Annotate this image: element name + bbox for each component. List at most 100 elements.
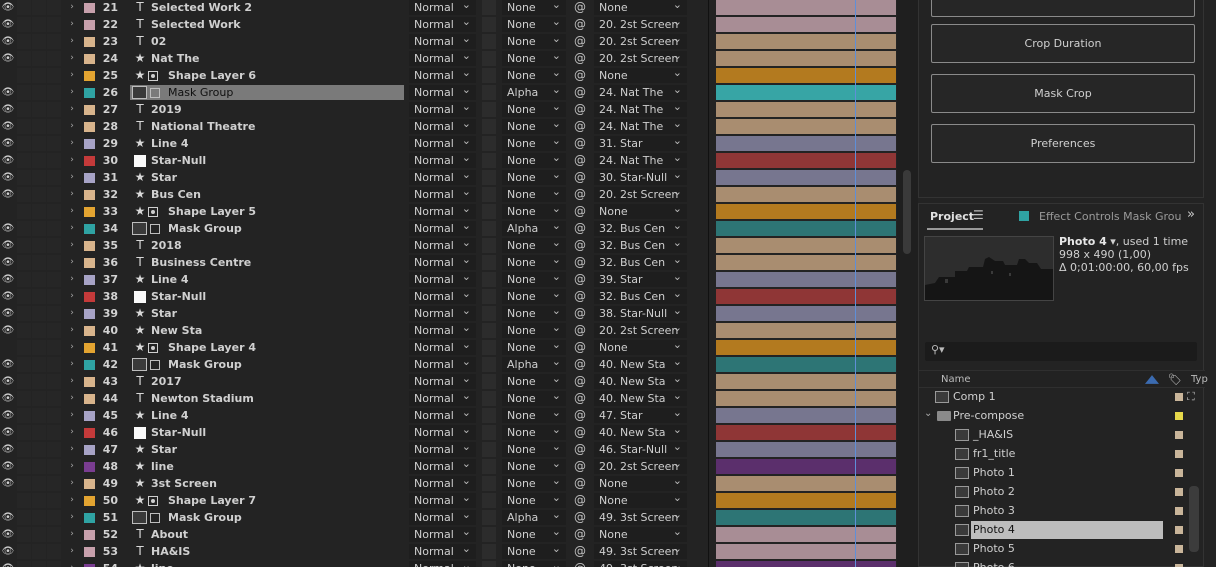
preserve-transparency-toggle[interactable] (482, 85, 496, 100)
pickwhip-icon[interactable]: @ (573, 102, 587, 117)
solo-toggle[interactable] (32, 408, 46, 423)
visibility-eye-icon[interactable]: 👁 (0, 17, 16, 32)
parent-dropdown[interactable]: 40. New Sta (594, 391, 687, 406)
layer-duration-bar[interactable] (716, 102, 896, 117)
solo-toggle[interactable] (32, 561, 46, 567)
audio-toggle[interactable] (17, 187, 31, 202)
audio-toggle[interactable] (17, 170, 31, 185)
track-matte-dropdown[interactable]: None (502, 170, 566, 185)
layer-row[interactable]: 👁 › 43 T 2017 Normal None @40. New Sta (0, 373, 897, 390)
solo-toggle[interactable] (32, 102, 46, 117)
label-color-swatch[interactable] (84, 326, 95, 336)
visibility-eye-icon[interactable]: 👁 (0, 102, 16, 117)
lock-toggle[interactable] (47, 340, 61, 355)
expand-chevron-icon[interactable]: › (66, 68, 78, 83)
pickwhip-icon[interactable]: @ (573, 544, 587, 559)
label-color-swatch[interactable] (84, 37, 95, 47)
track-matte-dropdown[interactable]: None (502, 289, 566, 304)
audio-toggle[interactable] (17, 510, 31, 525)
track-matte-dropdown[interactable]: None (502, 459, 566, 474)
blend-mode-dropdown[interactable]: Normal (409, 17, 476, 32)
label-color-swatch[interactable] (84, 309, 95, 319)
visibility-eye-icon[interactable]: 👁 (0, 34, 16, 49)
audio-toggle[interactable] (17, 0, 31, 15)
visibility-eye-icon[interactable]: 👁 (0, 476, 16, 491)
layer-duration-bar[interactable] (716, 85, 896, 100)
flowchart-icon[interactable]: ⛶ (1187, 390, 1195, 404)
label-color-swatch[interactable] (84, 513, 95, 523)
lock-toggle[interactable] (47, 459, 61, 474)
solo-toggle[interactable] (32, 204, 46, 219)
layer-duration-bar[interactable] (716, 68, 896, 83)
lock-toggle[interactable] (47, 391, 61, 406)
solo-toggle[interactable] (32, 544, 46, 559)
preserve-transparency-toggle[interactable] (482, 357, 496, 372)
preserve-transparency-toggle[interactable] (482, 17, 496, 32)
parent-dropdown[interactable]: 40. New Sta (594, 357, 687, 372)
visibility-eye-icon[interactable]: 👁 (0, 459, 16, 474)
label-color-swatch[interactable] (84, 173, 95, 183)
layer-row[interactable]: › 33 ★ Shape Layer 5 Normal None @ None (0, 203, 897, 220)
layer-row[interactable]: 👁 › 26 Mask Group Normal Alpha @24. Nat The (0, 84, 897, 101)
visibility-eye-icon[interactable]: 👁 (0, 136, 16, 151)
blend-mode-dropdown[interactable]: Normal (409, 544, 476, 559)
parent-dropdown[interactable]: 32. Bus Cen (594, 255, 687, 270)
label-color-swatch[interactable] (84, 54, 95, 64)
preserve-transparency-toggle[interactable] (482, 561, 496, 567)
parent-dropdown[interactable]: 24. Nat The (594, 153, 687, 168)
lock-toggle[interactable] (47, 323, 61, 338)
track-matte-dropdown[interactable]: None (502, 136, 566, 151)
lock-toggle[interactable] (47, 272, 61, 287)
pickwhip-icon[interactable]: @ (573, 425, 587, 440)
visibility-eye-icon[interactable]: 👁 (0, 170, 16, 185)
parent-dropdown[interactable]: None (594, 340, 687, 355)
column-type[interactable]: Typ (1191, 374, 1208, 385)
pickwhip-icon[interactable]: @ (573, 306, 587, 321)
label-color-swatch[interactable] (84, 428, 95, 438)
track-matte-dropdown[interactable]: None (502, 391, 566, 406)
layer-duration-bar[interactable] (716, 340, 896, 355)
pickwhip-icon[interactable]: @ (573, 323, 587, 338)
lock-toggle[interactable] (47, 187, 61, 202)
preserve-transparency-toggle[interactable] (482, 221, 496, 236)
lock-toggle[interactable] (47, 289, 61, 304)
label-color-swatch[interactable] (84, 258, 95, 268)
blend-mode-dropdown[interactable]: Normal (409, 119, 476, 134)
layer-duration-bar[interactable] (716, 289, 896, 304)
layer-duration-bar[interactable] (716, 374, 896, 389)
track-matte-dropdown[interactable]: Alpha (502, 510, 566, 525)
layer-row[interactable]: 👁 › 30 Star-Null Normal None @24. Nat The (0, 152, 897, 169)
solo-toggle[interactable] (32, 68, 46, 83)
preserve-transparency-toggle[interactable] (482, 0, 496, 15)
preserve-transparency-toggle[interactable] (482, 544, 496, 559)
parent-dropdown[interactable]: 31. Star (594, 136, 687, 151)
layer-row[interactable]: 👁 › 37 ★ Line 4 Normal None @39. Star (0, 271, 897, 288)
visibility-eye-icon[interactable]: 👁 (0, 187, 16, 202)
layer-duration-bar[interactable] (716, 408, 896, 423)
layer-row[interactable]: 👁 › 47 ★ Star Normal None @46. Star-Null (0, 441, 897, 458)
lock-toggle[interactable] (47, 68, 61, 83)
lock-toggle[interactable] (47, 238, 61, 253)
pickwhip-icon[interactable]: @ (573, 0, 587, 15)
lock-toggle[interactable] (47, 408, 61, 423)
lock-toggle[interactable] (47, 51, 61, 66)
layer-duration-bar[interactable] (716, 425, 896, 440)
track-matte-dropdown[interactable]: None (502, 51, 566, 66)
pickwhip-icon[interactable]: @ (573, 51, 587, 66)
project-search-input[interactable]: ⚲▾ (925, 342, 1197, 361)
pickwhip-icon[interactable]: @ (573, 119, 587, 134)
parent-dropdown[interactable]: 49. 3st Screen (594, 510, 687, 525)
lock-toggle[interactable] (47, 510, 61, 525)
project-comp-item[interactable]: Comp 1 ⛶ (919, 388, 1205, 407)
label-color-swatch[interactable] (84, 292, 95, 302)
more-panels-icon[interactable]: » (1187, 207, 1195, 222)
audio-toggle[interactable] (17, 68, 31, 83)
audio-toggle[interactable] (17, 85, 31, 100)
label-color-swatch[interactable] (84, 190, 95, 200)
expand-chevron-icon[interactable]: › (66, 493, 78, 508)
project-comp-item[interactable]: Photo 2 (919, 483, 1205, 502)
column-name[interactable]: Name (941, 374, 971, 385)
track-matte-dropdown[interactable]: None (502, 255, 566, 270)
layer-row[interactable]: 👁 › 48 ★ line Normal None @20. 2st Screen (0, 458, 897, 475)
pickwhip-icon[interactable]: @ (573, 153, 587, 168)
